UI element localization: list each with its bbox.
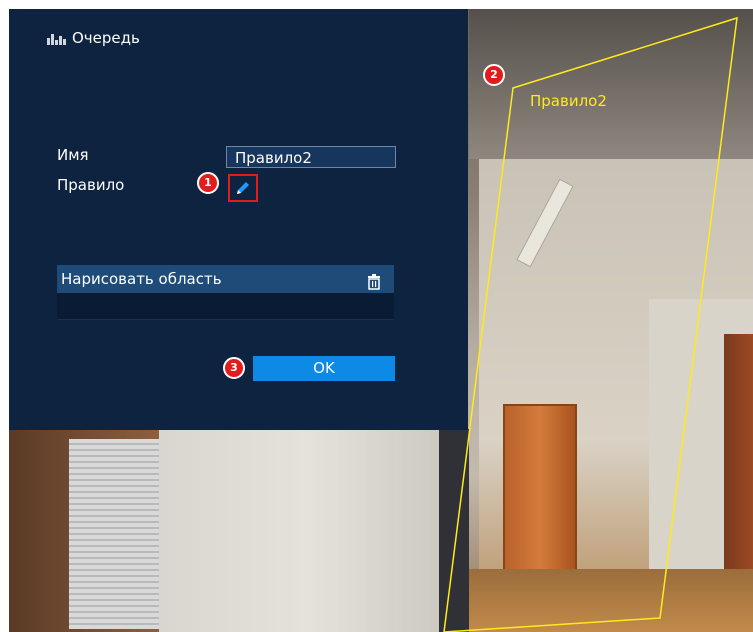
trash-icon[interactable] xyxy=(366,271,382,299)
rule-label: Правило xyxy=(57,176,125,194)
detection-zone-label: Правило2 xyxy=(530,92,607,110)
ok-button[interactable]: OK xyxy=(253,356,395,381)
table-row[interactable] xyxy=(57,293,394,320)
draw-area-header-label: Нарисовать область xyxy=(61,270,222,288)
queue-icon xyxy=(47,31,66,45)
draw-area-header: Нарисовать область xyxy=(57,265,394,293)
table-row[interactable] xyxy=(57,320,394,347)
callout-badge-2: 2 xyxy=(483,64,505,86)
dialog-title-text: Очередь xyxy=(72,29,140,47)
edit-rule-button[interactable] xyxy=(228,174,258,202)
detection-zone-polygon[interactable] xyxy=(443,16,738,632)
name-label: Имя xyxy=(57,146,89,164)
callout-badge-1: 1 xyxy=(197,172,219,194)
pencil-icon xyxy=(237,182,249,194)
draw-area-table: Нарисовать область xyxy=(57,265,394,347)
dialog-title: Очередь xyxy=(47,29,140,47)
name-input[interactable]: Правило2 xyxy=(226,146,396,168)
callout-badge-3: 3 xyxy=(223,357,245,379)
